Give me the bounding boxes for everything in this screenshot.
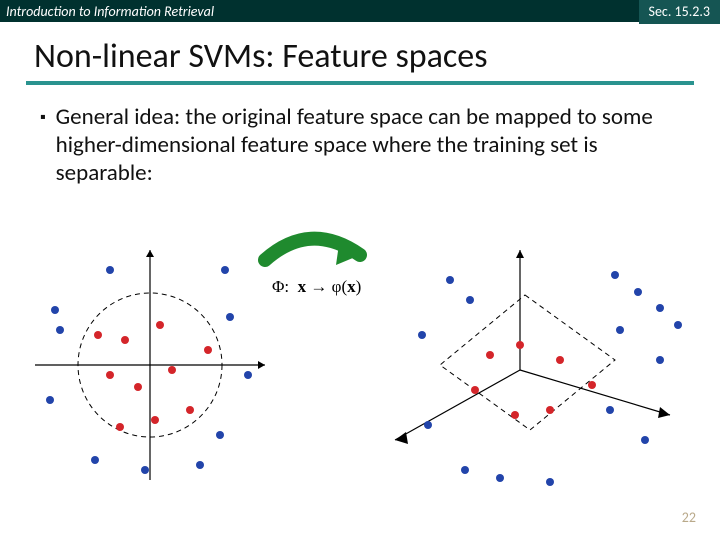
right-red-points (471, 341, 596, 419)
left-red-points (94, 321, 212, 431)
slide-title: Non-linear SVMs: Feature spaces (0, 22, 720, 81)
left-blue-points (46, 266, 252, 474)
left-plot (35, 250, 265, 480)
right-plot (395, 250, 682, 486)
mapping-arrow-icon (265, 237, 360, 265)
course-name: Introduction to Information Retrieval (6, 3, 214, 20)
mapping-label: Φ: x → φ(x) (272, 277, 361, 297)
slide-header: Introduction to Information Retrieval Se… (0, 0, 720, 22)
page-number: 22 (682, 509, 696, 526)
bullet-text: General idea: the original feature space… (56, 103, 680, 187)
bullet-mark: ▪ (40, 103, 46, 187)
figure-svg (0, 225, 720, 495)
bullet-item: ▪ General idea: the original feature spa… (40, 103, 680, 187)
figure-feature-mapping: Φ: x → φ(x) (0, 225, 720, 495)
section-tag: Sec. 15.2.3 (639, 0, 720, 24)
slide-body: ▪ General idea: the original feature spa… (0, 85, 720, 187)
